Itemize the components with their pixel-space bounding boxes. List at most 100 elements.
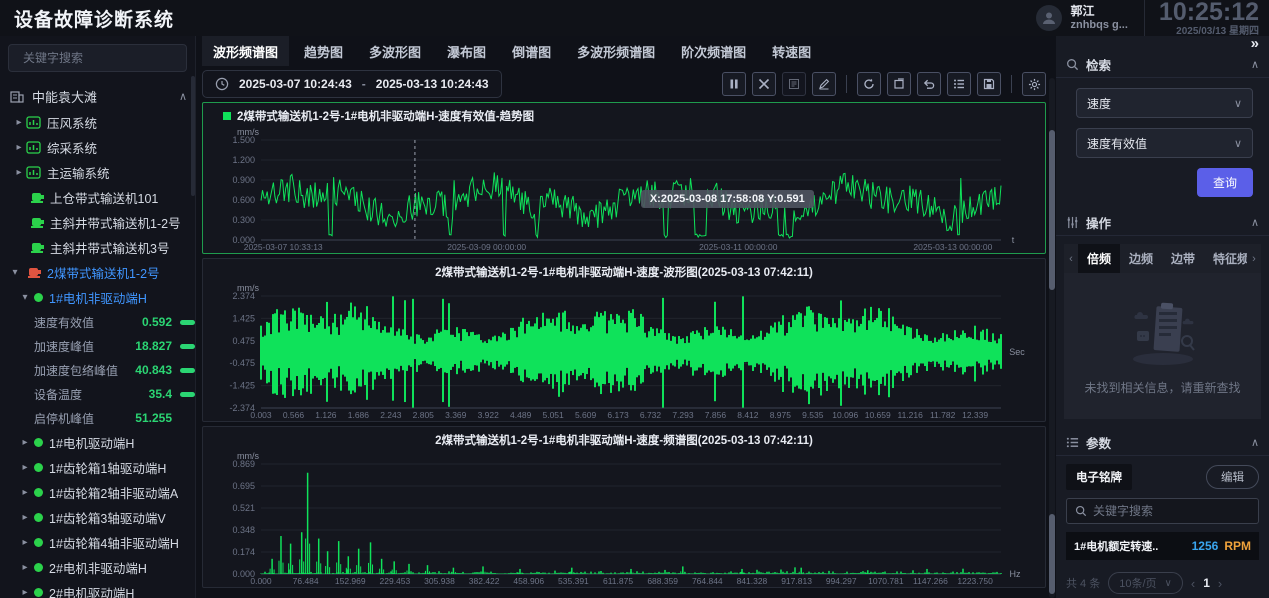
param-section-header[interactable]: 参数 ∧ [1056,429,1269,456]
sidebar-search-input[interactable] [23,51,178,65]
refresh-button[interactable] [857,72,881,96]
trend-chart-plot[interactable]: 1.5001.2000.9000.6000.3000.000mm/s2025-0… [207,125,1041,253]
chart-type-tab[interactable]: 倒谱图 [501,36,562,66]
collapse-chevron-icon[interactable]: ∧ [179,90,187,103]
chart-type-tab[interactable]: 转速图 [761,36,822,66]
pencil-annotate-button[interactable] [812,72,836,96]
tree-root-node[interactable]: 中能袁大滩 ∧ [0,82,195,110]
param-search[interactable] [1066,498,1259,524]
svg-text:11.782: 11.782 [930,410,956,420]
expand-arrow-icon[interactable]: ▸ [18,512,32,523]
tree-sensor-node-selected[interactable]: ▾ 1#电机非驱动端H [0,285,195,310]
expand-arrow-icon[interactable]: ▾ [18,292,32,303]
signal-type-select[interactable]: 速度 ∨ [1076,88,1253,118]
prev-page-button[interactable]: ‹ [1191,576,1195,591]
undo-button[interactable] [917,72,941,96]
user-info[interactable]: 郭江 znhbqs g... [1036,4,1127,32]
metric-row[interactable]: 速度有效值 0.592 [0,310,195,334]
expand-arrow-icon[interactable]: ▸ [18,487,32,498]
tree-sensor-node[interactable]: ▸ 1#齿轮箱2轴非驱动端A [0,480,195,505]
chart-type-tab[interactable]: 波形频谱图 [202,36,289,66]
tabs-scroll-right[interactable]: › [1247,253,1261,265]
chart-type-tab[interactable]: 瀑布图 [436,36,497,66]
waveform-chart-plot[interactable]: 2.3741.4250.475-0.475-1.425-2.374mm/s0.0… [207,281,1041,421]
tree-sensor-node[interactable]: ▸ 1#齿轮箱3轴驱动端V [0,505,195,530]
frequency-tab[interactable]: 特征频率 [1204,244,1247,273]
collapse-chevron-icon[interactable]: ∧ [1251,216,1259,229]
sensor-label: 1#齿轮箱3轴驱动端V [49,508,166,527]
close-crosshair-button[interactable] [752,72,776,96]
tree-sensor-node[interactable]: ▸ 2#电机非驱动端H [0,555,195,580]
building-icon [10,89,24,103]
chart-type-tab[interactable]: 多波形图 [358,36,432,66]
metric-row[interactable]: 设备温度 35.4 [0,382,195,406]
nameplate-tab[interactable]: 电子铭牌 [1066,464,1132,490]
edit-button[interactable]: 编辑 [1206,465,1259,489]
system-icon [26,141,41,154]
status-dot [34,488,43,497]
device-tree: 中能袁大滩 ∧ ▸ 压风系统 [0,82,195,598]
scrollbar-thumb[interactable] [1049,514,1055,594]
collapse-chevron-icon[interactable]: ∧ [1251,436,1259,449]
expand-arrow-icon[interactable]: ▸ [12,117,26,128]
chart-type-tab[interactable]: 趋势图 [293,36,354,66]
expand-arrow-icon[interactable]: ▸ [18,537,32,548]
query-button[interactable]: 查询 [1197,168,1253,197]
chart-type-tab[interactable]: 多波形频谱图 [566,36,666,66]
save-button[interactable] [977,72,1001,96]
spectrum-chart-plot[interactable]: 0.8690.6950.5210.3480.1740.000mm/s0.0007… [207,449,1041,587]
expand-arrow-icon[interactable]: ▸ [18,562,32,573]
tree-device-node[interactable]: 主斜井带式输送机3号 [0,235,195,260]
scrollbar-thumb[interactable] [1049,130,1055,290]
tree-system-node[interactable]: ▸ 压风系统 [0,110,195,135]
metric-list: 速度有效值 0.592 加速度峰值 18.827 加速度包络峰值 [0,310,195,430]
sidebar-scrollbar[interactable] [191,76,195,196]
tree-device-node[interactable]: 主斜井带式输送机1-2号 [0,210,195,235]
tree-sensor-node[interactable]: ▸ 1#齿轮箱1轴驱动端H [0,455,195,480]
svg-text:1.200: 1.200 [232,155,255,165]
mark-list-button[interactable] [782,72,806,96]
expand-arrow-icon[interactable]: ▸ [12,167,26,178]
tree-device-node-selected[interactable]: ▾ 2煤带式输送机1-2号 [0,260,195,285]
metric-row[interactable]: 启停机峰值 51.255 [0,406,195,430]
tree-sensor-node[interactable]: ▸ 1#电机驱动端H [0,430,195,455]
frequency-tab[interactable]: 倍频 [1078,244,1120,273]
metric-type-select[interactable]: 速度有效值 ∨ [1076,128,1253,158]
collapse-chevron-icon[interactable]: ∧ [1251,58,1259,71]
frequency-tab[interactable]: 边频 [1120,244,1162,273]
param-row[interactable]: 1#电机额定转速.. 1256 RPM [1066,532,1259,560]
pause-button[interactable] [722,72,746,96]
operate-section-header[interactable]: 操作 ∧ [1056,209,1269,236]
gear-settings-button[interactable] [1022,72,1046,96]
expand-arrow-icon[interactable]: ▸ [18,462,32,473]
operate-section-body: ‹ 倍频 边频 边带 特征频率 › [1056,236,1269,429]
expand-arrow-icon[interactable]: ▸ [18,587,32,598]
panel-collapse-icon[interactable]: » [1251,36,1259,51]
tabs-scroll-left[interactable]: ‹ [1064,253,1078,265]
svg-text:1147.266: 1147.266 [913,576,948,586]
svg-text:1.686: 1.686 [348,410,370,420]
tree-sensor-node[interactable]: ▸ 1#齿轮箱4轴非驱动端H [0,530,195,555]
date-range-picker[interactable]: 2025-03-07 10:24:43 - 2025-03-13 10:24:4… [202,70,502,98]
search-section-header[interactable]: 检索 ∧ [1056,51,1269,78]
machine-icon [30,216,45,229]
tree-device-node[interactable]: 上仓带式输送机101 [0,185,195,210]
tree-system-node[interactable]: ▸ 主运输系统 [0,160,195,185]
expand-arrow-icon[interactable]: ▸ [18,437,32,448]
param-search-input[interactable] [1093,504,1250,518]
chart-type-tab[interactable]: 阶次频谱图 [670,36,757,66]
zoom-box-button[interactable] [887,72,911,96]
expand-arrow-icon[interactable]: ▾ [8,267,22,278]
expand-arrow-icon[interactable]: ▸ [12,142,26,153]
page-size-select[interactable]: 10条/页 ∨ [1108,572,1183,594]
sidebar-search[interactable] [8,44,187,72]
metric-row[interactable]: 加速度峰值 18.827 [0,334,195,358]
frequency-tab[interactable]: 边带 [1162,244,1204,273]
metric-value: 51.255 [135,411,172,425]
metric-row[interactable]: 加速度包络峰值 40.843 [0,358,195,382]
data-list-button[interactable] [947,72,971,96]
next-page-button[interactable]: › [1218,576,1222,591]
main-scrollbar[interactable] [1049,78,1055,598]
tree-system-node[interactable]: ▸ 综采系统 [0,135,195,160]
tree-sensor-node[interactable]: ▸ 2#电机驱动端H [0,580,195,598]
